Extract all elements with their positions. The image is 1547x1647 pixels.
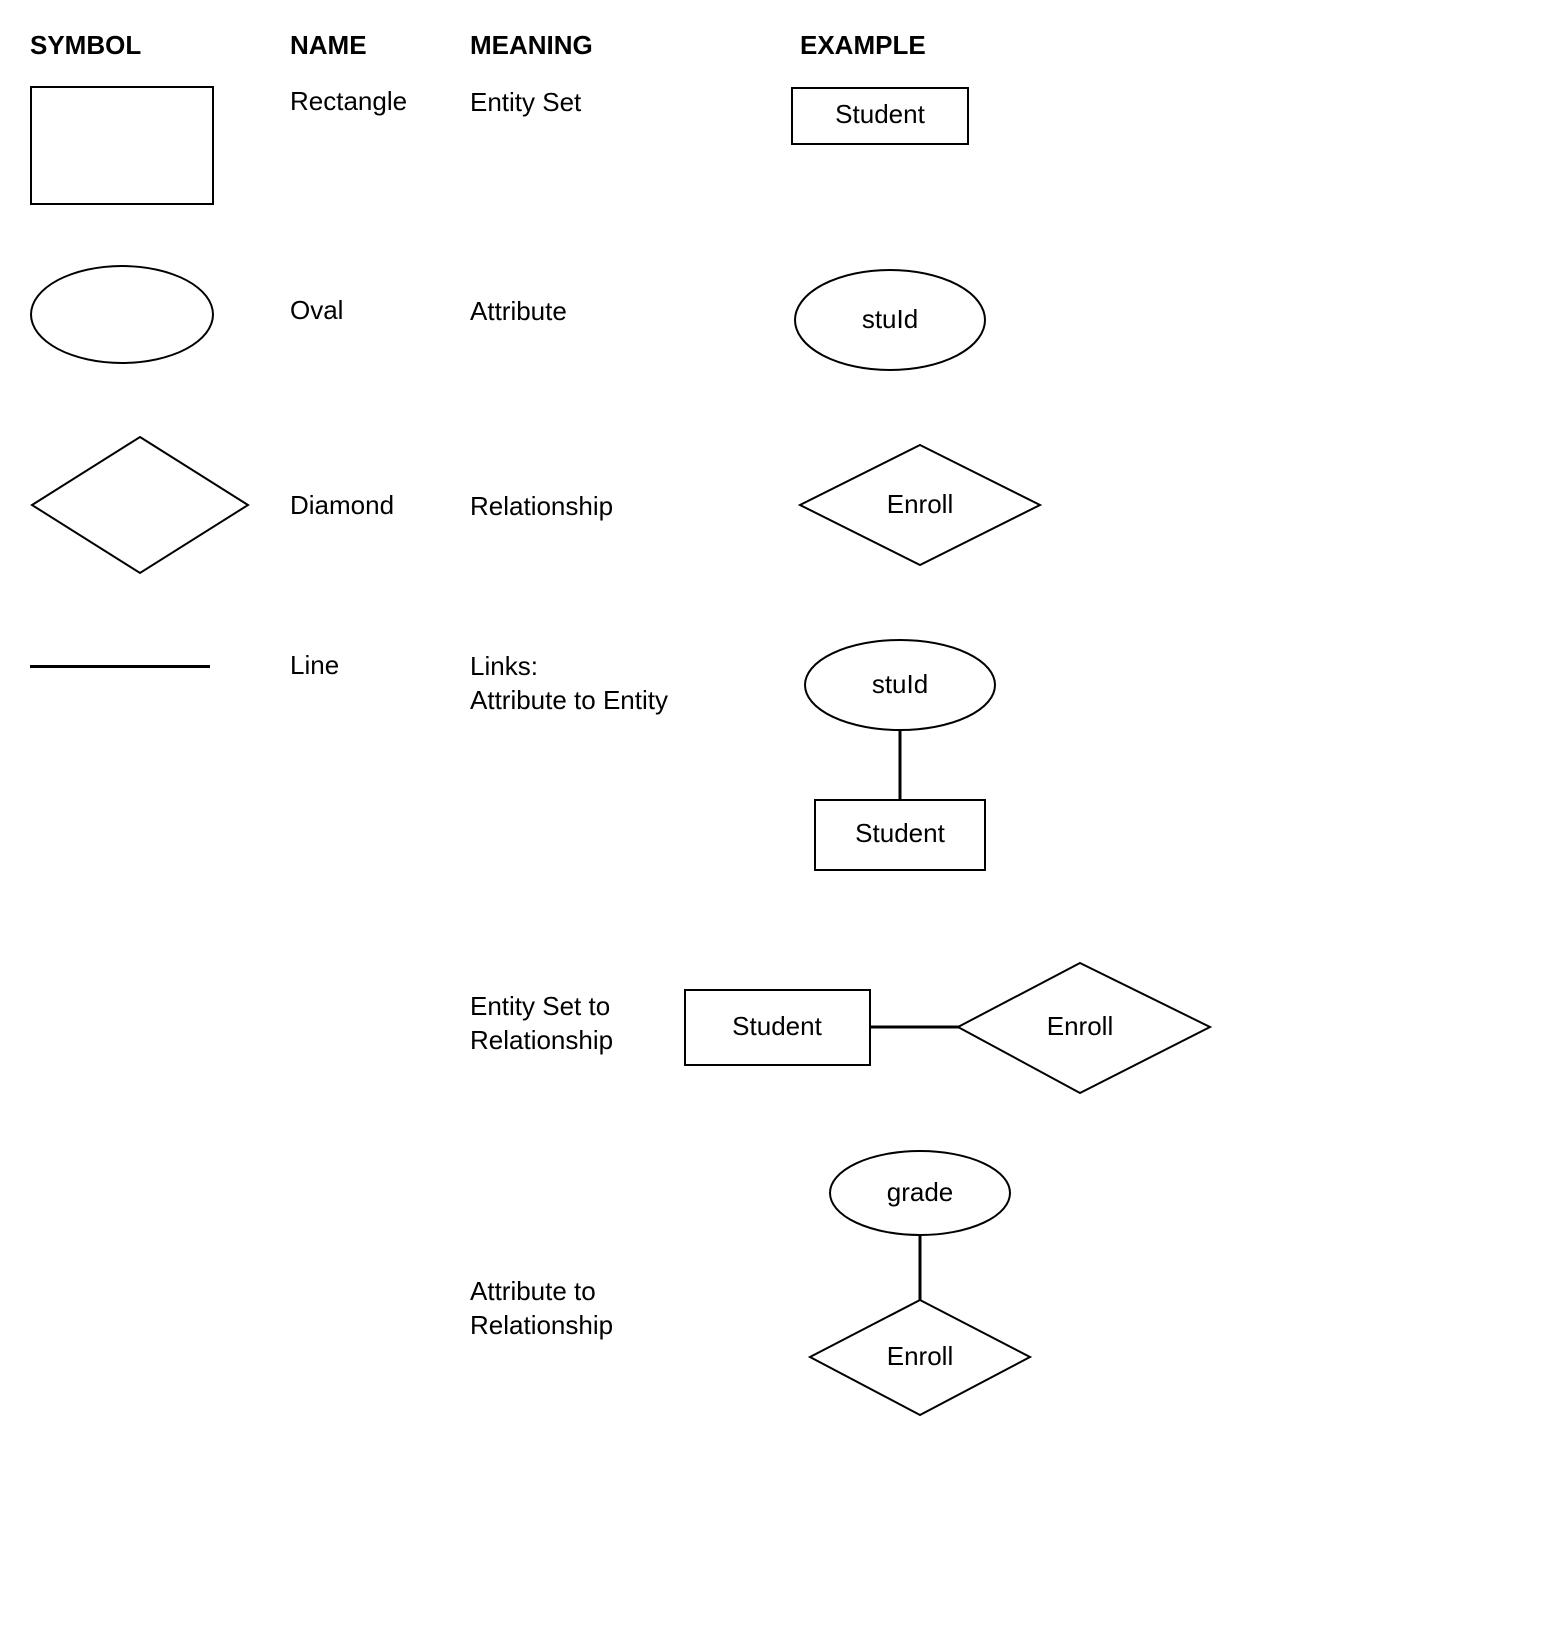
rectangle-name: Rectangle	[290, 86, 470, 117]
line-symbol-icon	[30, 665, 210, 668]
diamond-meaning: Relationship	[470, 435, 790, 524]
diamond-example-label: Enroll	[887, 489, 953, 519]
diamond-example-icon: Enroll	[790, 435, 1050, 575]
attr-to-relationship-example-icon: grade Enroll	[790, 1145, 1050, 1425]
row-entity-to-relationship: Entity Set to Relationship Student Enrol…	[20, 955, 1547, 1105]
attr-to-relationship-meaning-line1: Attribute to	[470, 1276, 596, 1306]
row-attr-to-relationship: Attribute to Relationship grade Enroll	[20, 1145, 1547, 1425]
row-oval: Oval Attribute stuId	[20, 265, 1547, 375]
oval-name: Oval	[290, 265, 470, 326]
line-meaning-line2: Attribute to Entity	[470, 685, 668, 715]
entity-to-relationship-example-icon: Student Enroll	[680, 955, 1220, 1105]
rectangle-example-icon: Student	[790, 86, 970, 146]
line-name: Line	[290, 635, 470, 681]
entity-to-relationship-right-label: Enroll	[1047, 1011, 1113, 1041]
er-symbols-table: SYMBOL NAME MEANING EXAMPLE Rectangle En…	[20, 20, 1547, 1425]
oval-example-icon: stuId	[790, 265, 990, 375]
header-symbol: SYMBOL	[30, 30, 290, 61]
entity-to-relationship-left-label: Student	[732, 1011, 822, 1041]
rectangle-symbol-icon	[30, 86, 214, 205]
diamond-symbol-icon	[30, 435, 250, 575]
oval-meaning: Attribute	[470, 265, 790, 329]
line-example-bottom-label: Student	[855, 818, 945, 848]
oval-symbol-icon	[30, 265, 214, 364]
rectangle-example-label: Student	[835, 99, 925, 129]
header-meaning: MEANING	[470, 30, 790, 61]
entity-to-relationship-meaning-line1: Entity Set to	[470, 991, 610, 1021]
rectangle-meaning: Entity Set	[470, 86, 790, 120]
attr-to-relationship-top-label: grade	[887, 1177, 954, 1207]
line-meaning-line1: Links:	[470, 651, 538, 681]
entity-to-relationship-meaning-line2: Relationship	[470, 1025, 613, 1055]
line-example-attr-entity-icon: stuId Student	[790, 635, 1010, 895]
diamond-name: Diamond	[290, 435, 470, 521]
line-meaning: Links: Attribute to Entity	[470, 635, 790, 718]
row-rectangle: Rectangle Entity Set Student	[20, 86, 1547, 205]
attr-to-relationship-bottom-label: Enroll	[887, 1341, 953, 1371]
header-name: NAME	[290, 30, 470, 61]
row-diamond: Diamond Relationship Enroll	[20, 435, 1547, 575]
header-example: EXAMPLE	[800, 30, 926, 61]
attr-to-relationship-meaning-line2: Relationship	[470, 1310, 613, 1340]
row-line: Line Links: Attribute to Entity stuId St…	[20, 635, 1547, 895]
table-header: SYMBOL NAME MEANING EXAMPLE	[20, 20, 1547, 71]
line-example-top-label: stuId	[872, 669, 928, 699]
oval-example-label: stuId	[862, 304, 918, 334]
attr-to-relationship-meaning: Attribute to Relationship	[470, 1145, 790, 1343]
